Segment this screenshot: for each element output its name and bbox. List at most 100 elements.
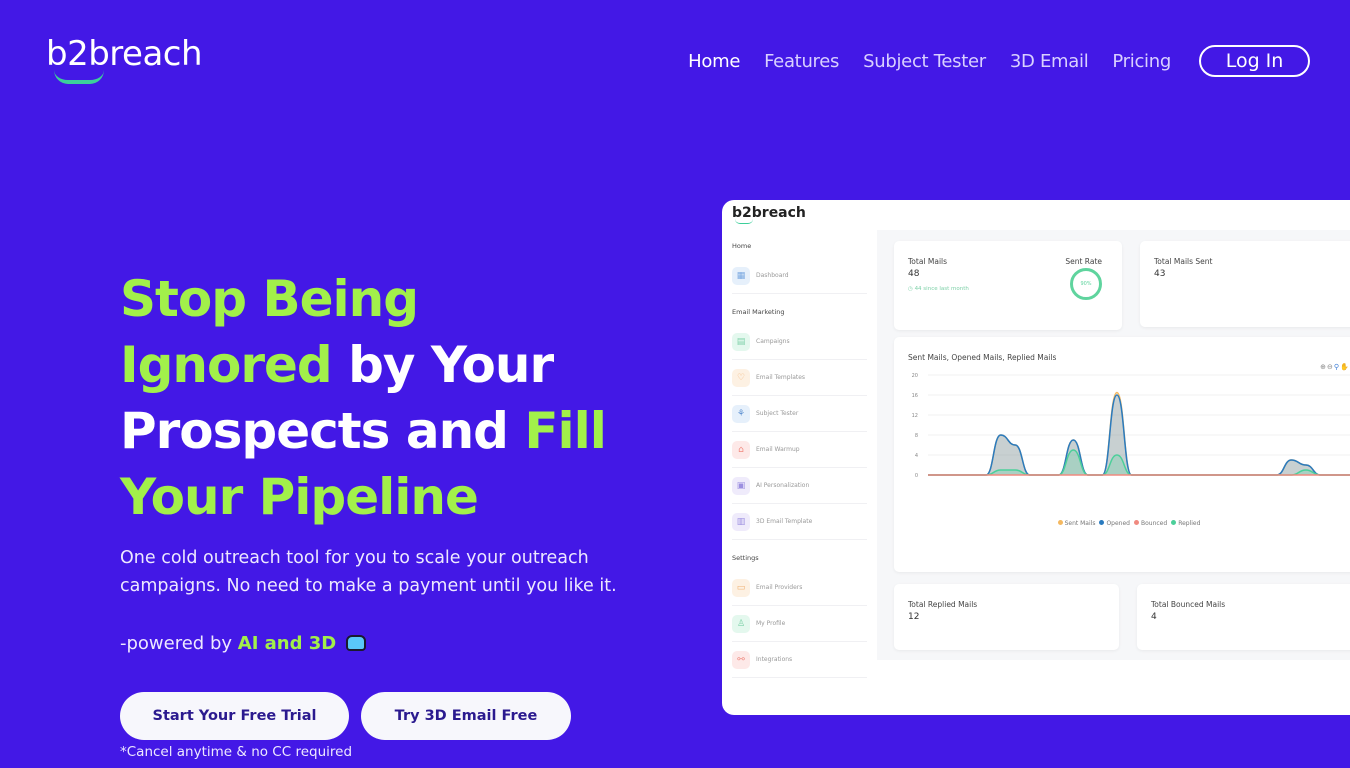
- powered-highlight: AI and 3D: [237, 633, 337, 654]
- sidebar-item-label: My Profile: [756, 620, 786, 627]
- hero-title-part: Stop Being: [120, 270, 419, 328]
- mail-chart: 0 4 8 12 16 20: [912, 373, 1350, 479]
- campaigns-icon: ▤: [732, 332, 750, 351]
- total-mails-card: Total Mails 48 ◷ 44 since last month Sen…: [894, 241, 1122, 330]
- total-bounced-value: 4: [1151, 612, 1157, 622]
- nav-home[interactable]: Home: [688, 51, 740, 72]
- total-mails-value: 48: [908, 269, 920, 279]
- legend-label: Bounced: [1140, 520, 1168, 527]
- total-sent-label: Total Mails Sent: [1154, 257, 1213, 266]
- sidebar-item-label: Email Templates: [756, 374, 806, 381]
- sidebar-item-label: Subject Tester: [756, 410, 799, 417]
- hero-title-part: by Your: [331, 336, 554, 394]
- powered-by: -powered by AI and 3D: [120, 633, 366, 654]
- legend-item[interactable]: Replied: [1171, 520, 1200, 527]
- total-bounced-label: Total Bounced Mails: [1151, 600, 1226, 609]
- legend-label: Sent Mails: [1064, 520, 1096, 527]
- total-sent-value: 43: [1154, 269, 1166, 279]
- 3d-template-icon: ▥: [732, 512, 750, 531]
- brand-logo-text: b2breach: [46, 34, 203, 74]
- dashboard-main: Total Mails 48 ◷ 44 since last month Sen…: [877, 230, 1350, 660]
- sidebar-heading: Email Marketing: [732, 308, 785, 316]
- total-replied-value: 12: [908, 612, 920, 622]
- try-3d-email-button[interactable]: Try 3D Email Free: [361, 692, 571, 740]
- hero-title-part: Fill: [524, 402, 607, 460]
- sidebar-item-3d-email-template[interactable]: ▥ 3D Email Template: [732, 504, 867, 540]
- dashboard-logo: b2breach: [732, 205, 806, 224]
- legend-marker: [1099, 520, 1105, 525]
- dashboard-preview: b2breach Home ▦ Dashboard Email Marketin…: [722, 200, 1350, 715]
- hero-title: Stop Being Ignored by Your Prospects and…: [120, 266, 680, 530]
- smile-icon: [735, 219, 753, 224]
- sidebar-item-my-profile[interactable]: ♙ My Profile: [732, 606, 867, 642]
- total-sent-card: Total Mails Sent 43: [1140, 241, 1350, 327]
- brand-logo[interactable]: b2breach: [46, 34, 203, 84]
- powered-prefix: -powered by: [120, 633, 238, 654]
- cancel-note: *Cancel anytime & no CC required: [120, 744, 353, 760]
- sidebar-item-dashboard[interactable]: ▦ Dashboard: [732, 258, 867, 294]
- total-mails-sub: ◷ 44 since last month: [908, 286, 969, 292]
- mail-chart-card: Sent Mails, Opened Mails, Replied Mails …: [894, 337, 1350, 572]
- ai-icon: ▣: [732, 476, 750, 495]
- profile-icon: ♙: [732, 614, 750, 633]
- legend-item[interactable]: Bounced: [1133, 520, 1168, 527]
- sidebar-item-label: Email Warmup: [756, 446, 800, 453]
- nav-features[interactable]: Features: [764, 51, 839, 72]
- sidebar-item-ai-personalization[interactable]: ▣ AI Personalization: [732, 468, 867, 504]
- subject-tester-icon: ⚘: [732, 404, 750, 423]
- main-nav: Home Features Subject Tester 3D Email Pr…: [664, 45, 1310, 77]
- y-tick-label: 16: [912, 393, 918, 399]
- y-tick-label: 4: [915, 453, 918, 459]
- sidebar-item-email-warmup[interactable]: ⌂ Email Warmup: [732, 432, 867, 468]
- providers-icon: ▭: [732, 578, 750, 597]
- sent-rate-ring: 90%: [1070, 268, 1102, 300]
- template-icon: ♡: [732, 368, 750, 387]
- login-button[interactable]: Log In: [1199, 45, 1310, 77]
- sidebar-item-label: Campaigns: [756, 338, 790, 345]
- legend-marker: [1171, 520, 1177, 525]
- sidebar-item-integrations[interactable]: ⚯ Integrations: [732, 642, 867, 678]
- y-tick-label: 12: [912, 413, 918, 419]
- legend-item[interactable]: Opened: [1099, 520, 1130, 527]
- sidebar-heading: Home: [732, 242, 752, 250]
- sidebar-item-label: Email Providers: [756, 584, 803, 591]
- y-tick-label: 20: [912, 373, 918, 379]
- warmup-icon: ⌂: [732, 440, 750, 459]
- legend-label: Opened: [1106, 520, 1130, 527]
- dashboard-sidebar: Home ▦ Dashboard Email Marketing ▤ Campa…: [722, 230, 872, 678]
- smile-icon: [54, 70, 104, 84]
- total-mails-label: Total Mails: [908, 257, 948, 266]
- hero-title-part: Ignored: [120, 336, 333, 394]
- legend-marker: [1133, 520, 1139, 525]
- sidebar-item-label: Dashboard: [756, 272, 789, 279]
- hero-subtitle: One cold outreach tool for you to scale …: [120, 548, 617, 596]
- total-bounced-card: Total Bounced Mails 4: [1137, 584, 1350, 650]
- y-tick-label: 8: [915, 433, 918, 439]
- nav-pricing[interactable]: Pricing: [1112, 51, 1171, 72]
- sidebar-item-email-templates[interactable]: ♡ Email Templates: [732, 360, 867, 396]
- sidebar-item-label: 3D Email Template: [756, 518, 813, 525]
- legend-marker: [1057, 520, 1063, 525]
- legend-label: Replied: [1178, 520, 1201, 527]
- chart-title: Sent Mails, Opened Mails, Replied Mails: [908, 353, 1057, 362]
- hero-title-part: Your Pipeline: [120, 468, 479, 526]
- nav-subject-tester[interactable]: Subject Tester: [863, 51, 986, 72]
- total-mails-sub-text: 44 since last month: [914, 286, 969, 292]
- hero-title-part: Prospects and: [120, 402, 525, 460]
- sidebar-item-email-providers[interactable]: ▭ Email Providers: [732, 570, 867, 606]
- total-replied-label: Total Replied Mails: [908, 600, 978, 609]
- integrations-icon: ⚯: [732, 650, 750, 669]
- y-tick-label: 0: [915, 473, 918, 479]
- sidebar-item-label: AI Personalization: [756, 482, 810, 489]
- sidebar-heading: Settings: [732, 554, 759, 562]
- start-free-trial-button[interactable]: Start Your Free Trial: [120, 692, 349, 740]
- chart-legend: Sent Mails Opened Bounced Replied: [894, 520, 1350, 527]
- nav-3d-email[interactable]: 3D Email: [1010, 51, 1089, 72]
- sidebar-item-campaigns[interactable]: ▤ Campaigns: [732, 324, 867, 360]
- legend-item[interactable]: Sent Mails: [1057, 520, 1096, 527]
- total-replied-card: Total Replied Mails 12: [894, 584, 1119, 650]
- dashboard-icon: ▦: [732, 266, 750, 285]
- sidebar-item-label: Integrations: [756, 656, 793, 663]
- vr-headset-icon: [345, 635, 366, 651]
- sidebar-item-subject-tester[interactable]: ⚘ Subject Tester: [732, 396, 867, 432]
